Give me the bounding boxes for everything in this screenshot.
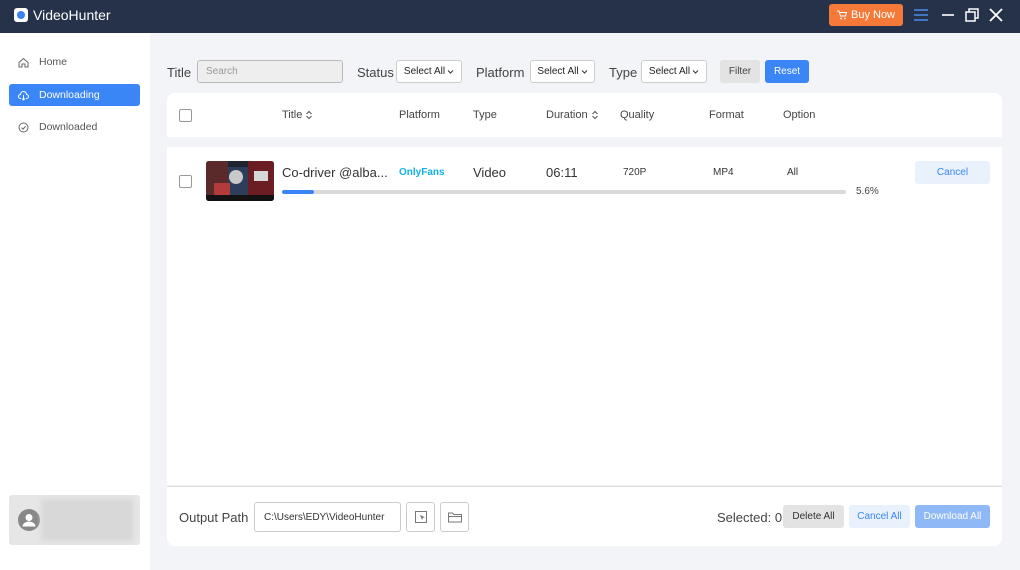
row-platform: OnlyFans [399,167,445,178]
sort-icon [306,110,313,120]
buy-now-button[interactable]: Buy Now [829,4,903,26]
column-header-option: Option [783,109,816,121]
user-name-redacted [41,499,133,541]
menu-icon[interactable] [912,6,930,24]
column-header-quality: Quality [620,109,655,121]
cancel-all-button[interactable]: Cancel All [849,505,910,528]
column-header-type: Type [473,109,497,121]
type-select[interactable]: Select All [641,60,707,83]
delete-all-button[interactable]: Delete All [783,505,844,528]
pointer-icon [414,511,427,523]
open-folder-button[interactable] [440,502,469,532]
buy-now-label: Buy Now [850,9,896,21]
chevron-down-icon [692,70,699,74]
filter-button[interactable]: Filter [720,60,760,83]
column-header-platform: Platform [399,109,440,121]
column-header-format: Format [709,109,744,121]
sidebar-item-label: Downloaded [39,121,98,133]
row-title: Co-driver @alba... [282,165,388,180]
chevron-down-icon [581,70,587,74]
type-select-value: Select All [648,66,691,77]
sidebar-item-home[interactable]: Home [9,51,140,73]
row-format: MP4 [713,167,734,178]
folder-icon [447,512,462,523]
title-bar: VideoHunter Buy Now [0,0,1020,33]
restore-icon[interactable] [963,6,981,24]
platform-filter-label: Platform [476,65,525,80]
cancel-button[interactable]: Cancel [915,161,990,184]
platform-select-value: Select All [537,66,579,77]
row-quality: 720P [623,167,647,178]
footer-bar: Output Path C:\Users\EDY\VideoHunter Sel… [167,486,1002,546]
output-path-label: Output Path [179,510,249,525]
chevron-down-icon [447,70,454,74]
avatar [18,509,40,531]
sidebar-item-label: Home [39,56,68,68]
select-all-checkbox[interactable] [179,109,192,122]
column-header-duration[interactable]: Duration [546,109,599,121]
app-logo-icon [14,8,28,22]
sort-icon [591,110,598,120]
sidebar-item-label: Downloading [39,89,100,101]
row-option: All [787,167,799,178]
search-input[interactable]: Search [197,60,343,83]
row-checkbox[interactable] [179,175,192,188]
column-header-title[interactable]: Title [282,109,313,121]
row-type: Video [473,165,507,180]
table-header: Title Platform Type Duration Quality For… [167,93,1002,137]
minimize-icon[interactable] [939,6,957,24]
select-path-button[interactable] [406,502,435,532]
status-filter-label: Status [357,65,394,80]
row-duration: 06:11 [546,165,578,180]
cart-icon [836,10,847,20]
sidebar-item-downloaded[interactable]: Downloaded [9,116,140,138]
check-circle-icon [18,122,29,132]
output-path-field[interactable]: C:\Users\EDY\VideoHunter [254,502,401,532]
home-icon [18,57,29,67]
sidebar: Home Downloading Downloaded [0,33,150,570]
download-cloud-icon [18,90,29,101]
status-select-value: Select All [403,66,446,77]
progress-percent: 5.6% [856,186,879,197]
title-filter-label: Title [167,65,192,80]
user-card[interactable] [9,495,140,545]
close-icon[interactable] [987,6,1005,24]
download-all-button[interactable]: Download All [915,505,990,528]
status-select[interactable]: Select All [396,60,462,83]
video-thumbnail [206,161,274,201]
progress-fill [282,190,314,194]
reset-button[interactable]: Reset [765,60,809,83]
sidebar-item-downloading[interactable]: Downloading [9,84,140,106]
app-title: VideoHunter [33,7,111,23]
download-list: Co-driver @alba... OnlyFans Video 06:11 … [167,147,1002,485]
user-icon [22,514,36,527]
selected-count: Selected: 0 [717,510,783,525]
type-filter-label: Type [609,65,638,80]
progress-bar [282,190,846,194]
thumbnail-image [206,161,274,201]
platform-select[interactable]: Select All [530,60,595,83]
